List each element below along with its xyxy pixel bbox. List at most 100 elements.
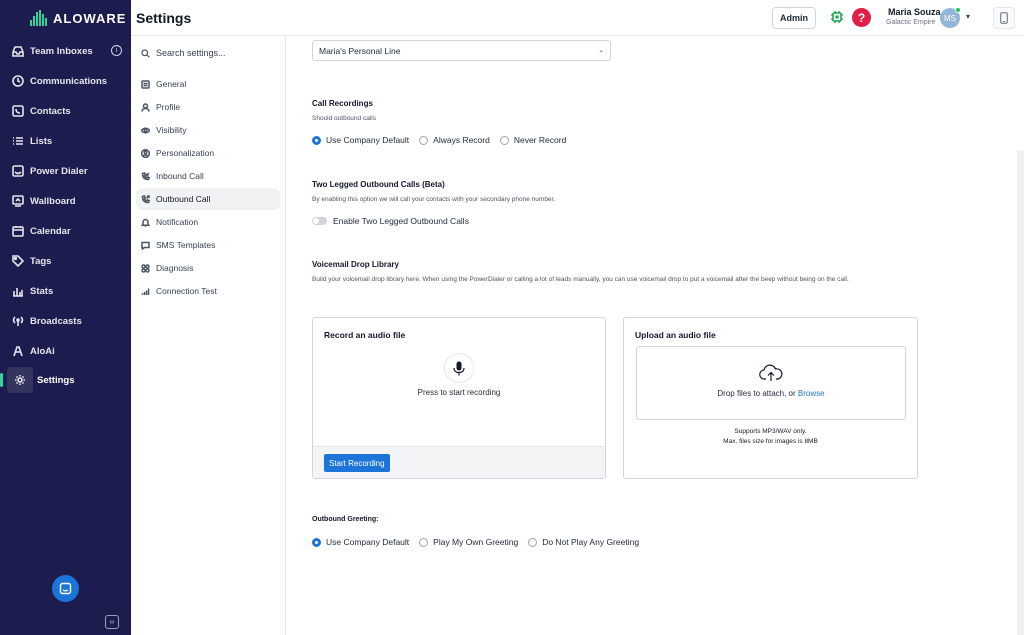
- collapse-sidebar-button[interactable]: ‹›: [105, 615, 119, 629]
- nav-item-team-inboxes[interactable]: Team Inboxes: [4, 38, 127, 64]
- radio-greeting-none[interactable]: Do Not Play Any Greeting: [528, 537, 639, 547]
- settings-item-sms-templates[interactable]: SMS Templates: [136, 234, 280, 256]
- settings-item-profile[interactable]: Profile: [136, 96, 280, 118]
- nav-item-lists[interactable]: Lists: [4, 128, 127, 154]
- settings-item-label: SMS Templates: [156, 240, 216, 250]
- nav-item-label: Communications: [30, 75, 108, 87]
- info-icon[interactable]: i: [111, 45, 122, 56]
- radio-label: Never Record: [513, 135, 567, 145]
- record-card-footer: Start Recording: [313, 446, 605, 478]
- nav-item-label: Broadcasts: [30, 315, 82, 327]
- two-legged-title: Two Legged Outbound Calls (Beta): [312, 180, 445, 189]
- file-dropzone[interactable]: Drop files to attach, or Browse: [636, 346, 906, 420]
- radio-indicator[interactable]: [312, 135, 321, 145]
- radio-indicator[interactable]: [528, 537, 538, 547]
- settings-item-label: Connection Test: [156, 286, 217, 296]
- greeting-radio-group: Use Company Default Play My Own Greeting…: [312, 537, 639, 547]
- clock-icon: [11, 75, 24, 88]
- settings-item-label: Outbound Call: [156, 194, 211, 204]
- settings-item-label: General: [156, 79, 187, 89]
- nav-item-tags[interactable]: Tags: [4, 248, 127, 274]
- two-legged-desc: By enabling this option we will call you…: [312, 196, 556, 203]
- nav-item-stats[interactable]: Stats: [4, 278, 127, 304]
- line-select-value: Maria's Personal Line: [319, 45, 401, 56]
- settings-item-personalization[interactable]: Personalization: [136, 142, 280, 164]
- drop-instructions: Drop files to attach, or: [717, 389, 798, 398]
- search-input[interactable]: Search settings...: [156, 48, 226, 58]
- grid-icon: [141, 263, 150, 273]
- radio-label: Use Company Default: [326, 537, 410, 547]
- phone-widget-button[interactable]: [993, 7, 1015, 29]
- microphone-icon: [453, 361, 465, 375]
- nav-item-settings[interactable]: Settings: [4, 367, 127, 393]
- chevron-down-icon[interactable]: ▾: [966, 12, 970, 21]
- settings-item-label: Visibility: [156, 125, 187, 135]
- settings-item-inbound-call[interactable]: Inbound Call: [136, 165, 280, 187]
- settings-item-outbound-call[interactable]: Outbound Call: [136, 188, 280, 210]
- radio-label: Do Not Play Any Greeting: [542, 537, 640, 547]
- start-recording-button[interactable]: Start Recording: [324, 454, 390, 472]
- help-icon[interactable]: ?: [852, 8, 871, 27]
- nav-item-power-dialer[interactable]: Power Dialer: [4, 158, 127, 184]
- cloud-upload-icon: [759, 364, 783, 381]
- nav-item-contacts[interactable]: Contacts: [4, 98, 127, 124]
- chip-icon[interactable]: [830, 10, 844, 24]
- general-icon: [141, 79, 150, 89]
- nav-item-label: Power Dialer: [30, 165, 88, 177]
- nav-item-broadcasts[interactable]: Broadcasts: [4, 308, 127, 334]
- two-legged-toggle[interactable]: [312, 217, 327, 225]
- radio-indicator[interactable]: [419, 537, 429, 547]
- eye-icon: [141, 127, 150, 133]
- logo[interactable]: ALOWARE: [0, 0, 131, 36]
- settings-item-label: Profile: [156, 102, 181, 112]
- phone-icon: [1000, 12, 1008, 24]
- settings-item-visibility[interactable]: Visibility: [136, 119, 280, 141]
- wallboard-icon: [11, 195, 24, 208]
- radio-greeting-own[interactable]: Play My Own Greeting: [419, 537, 518, 547]
- voicemail-title: Voicemail Drop Library: [312, 260, 399, 269]
- supported-formats-text: Supports MP3/WAV only.: [734, 428, 807, 435]
- active-indicator: [0, 373, 3, 387]
- tag-icon: [11, 255, 24, 268]
- nav-item-communications[interactable]: Communications: [4, 68, 127, 94]
- nav-item-label: Lists: [30, 135, 53, 147]
- chat-launcher-button[interactable]: [52, 575, 79, 602]
- record-mic-button[interactable]: [444, 353, 474, 383]
- settings-item-notification[interactable]: Notification: [136, 211, 280, 233]
- drop-text: Drop files to attach, or Browse: [637, 389, 905, 398]
- nav-item-wallboard[interactable]: Wallboard: [4, 188, 127, 214]
- user-organization: Galactic Empire: [886, 19, 936, 26]
- nav-item-aloai[interactable]: AloAi: [4, 338, 127, 364]
- radio-indicator[interactable]: [419, 135, 429, 145]
- radio-indicator[interactable]: [499, 135, 509, 145]
- chat-icon: [59, 582, 72, 595]
- scrollbar[interactable]: [1017, 150, 1024, 635]
- settings-item-general[interactable]: General: [136, 73, 280, 95]
- broadcast-icon: [11, 315, 24, 328]
- settings-sidebar: Search settings... General Profile Visib…: [131, 36, 286, 635]
- nav-item-calendar[interactable]: Calendar: [4, 218, 127, 244]
- gear-icon: [7, 367, 33, 393]
- phone-outgoing-icon: [141, 194, 150, 203]
- list-icon: [11, 135, 24, 148]
- settings-item-connection-test[interactable]: Connection Test: [136, 280, 280, 302]
- radio-use-company-default[interactable]: Use Company Default: [312, 135, 409, 145]
- two-legged-toggle-label: Enable Two Legged Outbound Calls: [333, 216, 469, 226]
- admin-button[interactable]: Admin: [772, 7, 816, 29]
- page-title: Settings: [136, 10, 192, 26]
- user-name[interactable]: Maria Souza: [888, 7, 941, 17]
- radio-never-record[interactable]: Never Record: [499, 135, 567, 145]
- person-circle-icon: [141, 148, 150, 158]
- settings-item-diagnosis[interactable]: Diagnosis: [136, 257, 280, 279]
- nav-item-label: Settings: [37, 374, 75, 386]
- signal-icon: [141, 288, 150, 295]
- radio-always-record[interactable]: Always Record: [419, 135, 490, 145]
- phone-incoming-icon: [141, 171, 150, 180]
- max-size-text: Max. files size for images is 8MB: [723, 438, 818, 445]
- browse-link[interactable]: Browse: [798, 389, 825, 398]
- voicemail-desc: Build your voicemail drop library here. …: [312, 276, 849, 283]
- radio-indicator[interactable]: [312, 537, 321, 547]
- line-select[interactable]: Maria's Personal Line ⌄: [312, 40, 611, 61]
- settings-search[interactable]: Search settings...: [141, 45, 281, 61]
- radio-greeting-company-default[interactable]: Use Company Default: [312, 537, 409, 547]
